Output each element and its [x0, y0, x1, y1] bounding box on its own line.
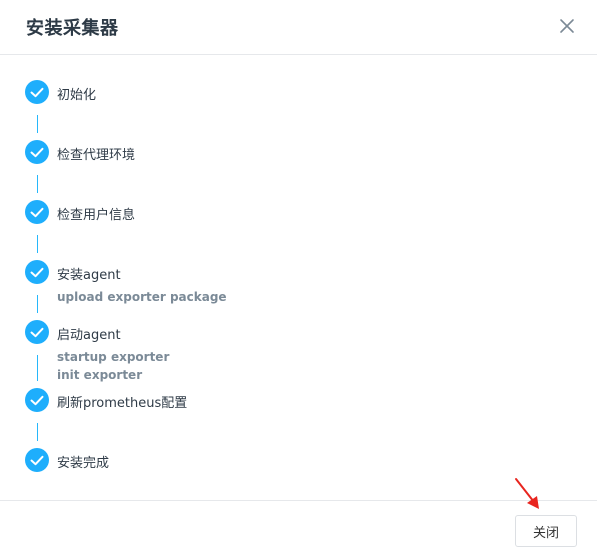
annotation-arrow-icon: [510, 474, 546, 518]
step-connector: [37, 295, 38, 313]
step-detail: init exporter: [57, 368, 143, 382]
check-icon: [25, 320, 49, 344]
close-icon[interactable]: [557, 16, 577, 36]
check-icon: [25, 80, 49, 104]
close-button[interactable]: 关闭: [515, 515, 577, 547]
step-connector: [37, 355, 38, 381]
check-icon: [25, 388, 49, 412]
step-connector: [37, 115, 38, 133]
step-title: 检查用户信息: [57, 208, 136, 223]
step-connector: [37, 423, 38, 441]
check-icon: [25, 200, 49, 224]
step-title: 安装agent: [57, 268, 121, 283]
step-connector: [37, 235, 38, 253]
step-detail: upload exporter package: [57, 290, 227, 304]
dialog-footer: [0, 500, 597, 559]
dialog-title: 安装采集器: [26, 18, 119, 39]
check-icon: [25, 140, 49, 164]
dialog-header: 安装采集器: [0, 0, 597, 55]
check-icon: [25, 260, 49, 284]
step-connector: [37, 175, 38, 193]
check-icon: [25, 448, 49, 472]
install-collector-dialog: 安装采集器 初始化 检查代理环境 检查用户信息 安装agent upload e…: [0, 0, 597, 559]
step-detail: startup exporter: [57, 350, 170, 364]
step-title: 启动agent: [57, 328, 121, 343]
step-title: 安装完成: [57, 456, 110, 471]
step-title: 刷新prometheus配置: [57, 396, 188, 411]
step-title: 初始化: [57, 88, 97, 103]
step-title: 检查代理环境: [57, 148, 136, 163]
